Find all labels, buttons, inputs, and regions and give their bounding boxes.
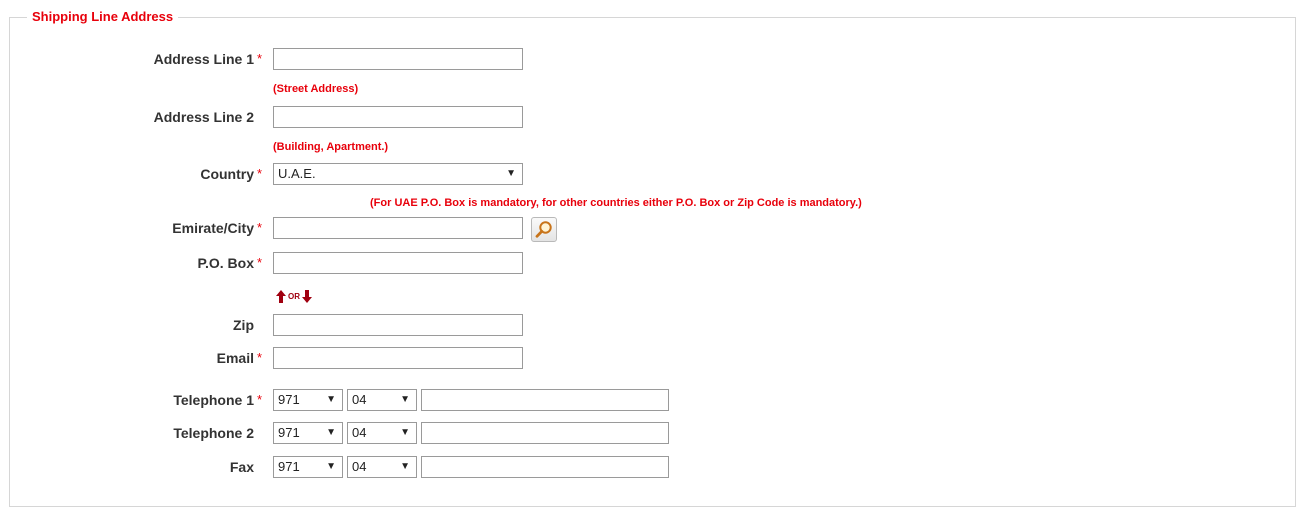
area-code-value: 04 — [352, 392, 367, 407]
po-box-input[interactable] — [273, 252, 523, 274]
email-label: Email — [216, 350, 254, 366]
country-hint: (For UAE P.O. Box is mandatory, for othe… — [370, 197, 862, 209]
address-line-2-label: Address Line 2 — [153, 109, 254, 125]
telephone-1-label: Telephone 1 — [173, 392, 254, 408]
zip-input[interactable] — [273, 314, 523, 336]
country-code-value: 971 — [278, 425, 300, 440]
telephone-1-number-input[interactable] — [421, 389, 669, 411]
telephone-2-area-code-select[interactable]: 04 ▼ — [347, 422, 417, 444]
or-text: OR — [288, 291, 300, 301]
country-selected-value: U.A.E. — [278, 166, 316, 181]
address-line-2-hint: (Building, Apartment.) — [273, 141, 389, 153]
dropdown-arrow-icon: ▼ — [326, 461, 336, 472]
required-marker: * — [257, 220, 263, 235]
country-code-value: 971 — [278, 459, 300, 474]
emirate-city-input[interactable] — [273, 217, 523, 239]
address-line-1-label: Address Line 1 — [153, 51, 254, 67]
telephone-1-area-code-select[interactable]: 04 ▼ — [347, 389, 417, 411]
dropdown-arrow-icon: ▼ — [506, 168, 516, 179]
po-box-label: P.O. Box — [197, 255, 254, 271]
or-indicator: OR — [276, 289, 312, 303]
city-lookup-button[interactable] — [531, 217, 557, 242]
telephone-1-country-code-select[interactable]: 971 ▼ — [273, 389, 343, 411]
area-code-value: 04 — [352, 459, 367, 474]
fax-number-input[interactable] — [421, 456, 669, 478]
required-marker: * — [257, 392, 263, 407]
required-marker: * — [257, 51, 263, 66]
address-line-1-hint: (Street Address) — [273, 83, 359, 95]
required-marker: * — [257, 166, 263, 181]
zip-label: Zip — [233, 317, 254, 333]
fax-area-code-select[interactable]: 04 ▼ — [347, 456, 417, 478]
required-marker: * — [257, 350, 263, 365]
fax-country-code-select[interactable]: 971 ▼ — [273, 456, 343, 478]
fax-label: Fax — [229, 459, 254, 475]
emirate-city-label: Emirate/City — [172, 220, 254, 236]
country-select[interactable]: U.A.E. ▼ — [273, 163, 523, 185]
dropdown-arrow-icon: ▼ — [400, 461, 410, 472]
dropdown-arrow-icon: ▼ — [326, 394, 336, 405]
telephone-2-number-input[interactable] — [421, 422, 669, 444]
email-input[interactable] — [273, 347, 523, 369]
area-code-value: 04 — [352, 425, 367, 440]
fieldset-legend: Shipping Line Address — [27, 9, 179, 25]
dropdown-arrow-icon: ▼ — [326, 427, 336, 438]
arrow-up-icon — [276, 289, 286, 303]
arrow-down-icon — [302, 289, 312, 303]
address-line-2-input[interactable] — [273, 106, 523, 128]
required-marker: * — [257, 255, 263, 270]
country-label: Country — [200, 166, 254, 182]
dropdown-arrow-icon: ▼ — [400, 427, 410, 438]
telephone-2-country-code-select[interactable]: 971 ▼ — [273, 422, 343, 444]
country-code-value: 971 — [278, 392, 300, 407]
telephone-2-label: Telephone 2 — [173, 425, 254, 441]
magnifier-icon — [535, 221, 552, 238]
address-line-1-input[interactable] — [273, 48, 523, 70]
dropdown-arrow-icon: ▼ — [400, 394, 410, 405]
